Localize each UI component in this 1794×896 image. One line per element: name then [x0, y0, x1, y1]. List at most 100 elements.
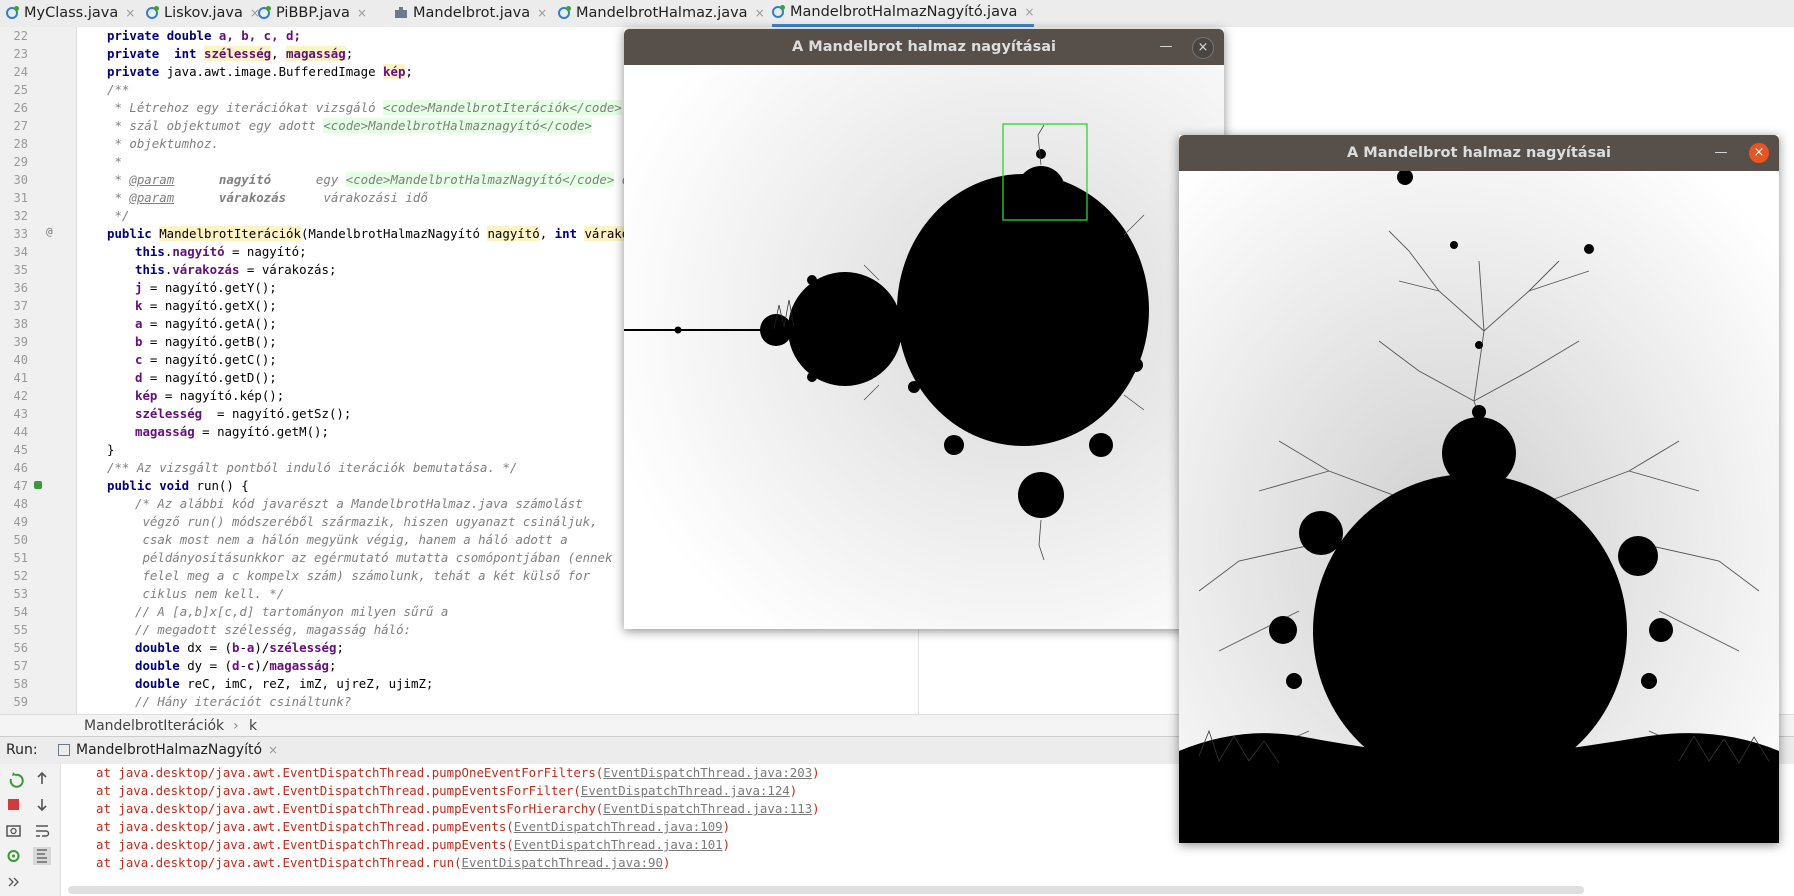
tab-close-icon[interactable]: ×: [125, 6, 135, 20]
mandelbrot-zoom-canvas[interactable]: [1179, 171, 1779, 843]
source-link[interactable]: EventDispatchThread.java:113: [603, 801, 812, 816]
breadcrumb-separator: ›: [233, 718, 239, 734]
code-line-56: double dx = (b-a)/szélesség;: [135, 640, 344, 655]
run-toolbar-icons: [6, 771, 51, 887]
line-number: 36: [13, 281, 28, 295]
tab-mandelbrot[interactable]: Mandelbrot.java ×: [395, 0, 547, 26]
line-number: 23: [13, 47, 28, 61]
code-line-37: k = nagyító.getX();: [135, 298, 277, 313]
code-line-45: }: [107, 442, 115, 457]
run-label: Run:: [6, 742, 38, 758]
source-link[interactable]: EventDispatchThread.java:90: [462, 855, 663, 870]
run-tab-label[interactable]: MandelbrotHalmazNagyító: [76, 742, 262, 758]
line-number: 27: [13, 119, 28, 133]
code-line-38: a = nagyító.getA();: [135, 316, 277, 331]
code-line-42: kép = nagyító.kép();: [135, 388, 285, 403]
wrap-icon[interactable]: [36, 825, 50, 837]
line-number: 55: [13, 623, 28, 637]
down-arrow-icon[interactable]: [37, 799, 47, 812]
line-number: 35: [13, 263, 28, 277]
tab-close-icon[interactable]: ×: [755, 6, 765, 20]
expand-icon[interactable]: [8, 877, 19, 887]
line-number: 40: [13, 353, 28, 367]
mandelbrot-canvas[interactable]: [624, 65, 1224, 629]
line-number: 53: [13, 587, 28, 601]
source-link[interactable]: EventDispatchThread.java:124: [581, 783, 790, 798]
override-marker-icon[interactable]: @: [46, 225, 53, 238]
close-icon[interactable]: ×: [1749, 143, 1769, 163]
line-number: 30: [13, 173, 28, 187]
console-line: at java.desktop/java.awt.EventDispatchTh…: [96, 765, 820, 780]
minimize-icon[interactable]: —: [1711, 135, 1731, 171]
code-line-26: * Létrehoz egy iterációkat vizsgáló <cod…: [107, 100, 622, 115]
code-line-52: felel meg a c kompelx szám) számolunk, t…: [135, 568, 591, 583]
line-number: 34: [13, 245, 28, 259]
console-line: at java.desktop/java.awt.EventDispatchTh…: [96, 801, 820, 816]
mandelbrot-window-1[interactable]: A Mandelbrot halmaz nagyításai — ×: [624, 29, 1224, 629]
tab-close-icon[interactable]: ×: [1024, 5, 1034, 19]
stop-icon[interactable]: [8, 799, 19, 810]
source-link[interactable]: EventDispatchThread.java:109: [514, 819, 723, 834]
line-number: 28: [13, 137, 28, 151]
line-number: 29: [13, 155, 28, 169]
tab-label: Liskov.java: [164, 5, 243, 21]
java-class-icon: [772, 5, 785, 18]
line-number: 22: [13, 29, 28, 43]
close-icon[interactable]: ×: [1192, 37, 1214, 59]
line-number: 33: [13, 227, 28, 241]
code-line-46: /** Az vizsgált pontból induló iterációk…: [107, 460, 518, 475]
minimize-icon[interactable]: —: [1156, 29, 1176, 65]
run-tab-close-icon[interactable]: ×: [268, 743, 278, 757]
code-line-27: * szál objektumot egy adott <code>Mandel…: [107, 118, 592, 133]
line-number: 45: [13, 443, 28, 457]
line-number: 56: [13, 641, 28, 655]
code-line-50: csak most nem a hálón megyünk végig, han…: [135, 532, 568, 547]
code-line-35: this.várakozás = várakozás;: [135, 262, 337, 277]
java-class-icon: [6, 6, 19, 19]
code-line-40: c = nagyító.getC();: [135, 352, 277, 367]
code-line-49: végző run() módszeréből származik, hisze…: [135, 514, 598, 529]
code-line-44: magasság = nagyító.getM();: [135, 424, 329, 439]
code-line-25: /**: [107, 82, 130, 97]
line-number: 39: [13, 335, 28, 349]
tab-label: PiBBP.java: [276, 5, 350, 21]
line-gutter: 22 23 24 25 26 27 28 29 30 31 32 33 34 35 36 37 38 39 40 41…: [0, 27, 77, 714]
window-titlebar[interactable]: A Mandelbrot halmaz nagyításai: [1179, 135, 1779, 171]
rerun-icon[interactable]: [9, 772, 24, 788]
settings-icon[interactable]: [7, 850, 20, 862]
code-line-34: this.nagyító = nagyító;: [135, 244, 307, 259]
tab-label: MandelbrotHalmaz.java: [576, 5, 748, 21]
source-link[interactable]: EventDispatchThread.java:203: [603, 765, 812, 780]
code-line-32: */: [107, 208, 130, 223]
tab-mandelbrothalmaz[interactable]: MandelbrotHalmaz.java ×: [558, 0, 765, 26]
horizontal-scrollbar[interactable]: [68, 886, 1584, 894]
line-number: 43: [13, 407, 28, 421]
line-number: 47: [13, 479, 28, 493]
code-line-22: private double a, b, c, d;: [107, 28, 301, 43]
mandelbrot-window-2[interactable]: A Mandelbrot halmaz nagyításai — ×: [1179, 135, 1779, 843]
line-number: 49: [13, 515, 28, 529]
breadcrumb-class[interactable]: MandelbrotIterációk: [84, 718, 224, 734]
line-number: 51: [13, 551, 28, 565]
console-line: at java.desktop/java.awt.EventDispatchTh…: [96, 837, 731, 852]
code-line-28: * objektumhoz.: [107, 136, 219, 151]
tab-liskov[interactable]: Liskov.java ×: [146, 0, 260, 26]
breadcrumb-member[interactable]: k: [249, 718, 257, 734]
editor-tab-bar: MyClass.java × Liskov.java × PiBBP.java …: [0, 0, 1794, 28]
run-config-icon: [58, 744, 70, 756]
window-titlebar[interactable]: A Mandelbrot halmaz nagyításai: [624, 29, 1224, 65]
code-line-57: double dy = (d-c)/magasság;: [135, 658, 337, 673]
tab-pibbp[interactable]: PiBBP.java ×: [258, 0, 367, 26]
tab-myclass[interactable]: MyClass.java ×: [6, 0, 135, 26]
console-line: at java.desktop/java.awt.EventDispatchTh…: [96, 855, 671, 870]
run-gutter-icon[interactable]: [34, 481, 42, 489]
camera-icon[interactable]: [6, 825, 21, 837]
scroll-end-icon[interactable]: [33, 847, 51, 865]
tab-mandelbrothalmaznagyito[interactable]: MandelbrotHalmazNagyító.java ×: [772, 0, 1035, 27]
tab-close-icon[interactable]: ×: [357, 6, 367, 20]
line-number: 37: [13, 299, 28, 313]
code-line-59: // Hány iterációt csináltunk?: [135, 694, 352, 709]
up-arrow-icon[interactable]: [37, 771, 47, 784]
tab-close-icon[interactable]: ×: [537, 6, 547, 20]
source-link[interactable]: EventDispatchThread.java:101: [514, 837, 723, 852]
